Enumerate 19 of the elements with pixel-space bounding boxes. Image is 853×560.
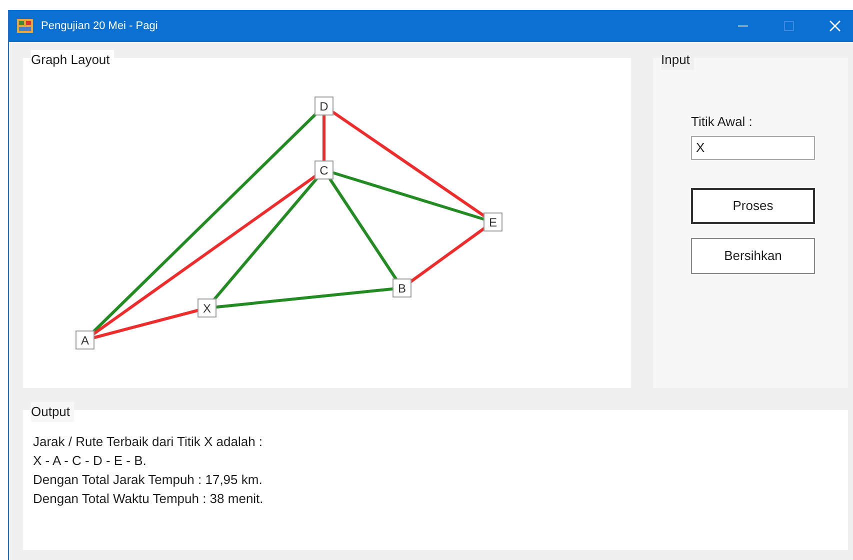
action-button[interactable]: Proses [691,188,815,224]
output-text: X - A - C - D - E - B. [33,453,148,469]
graph-node: C [314,160,334,180]
output-text: Jarak / Rute Terbaik dari Titik X adalah : [33,434,264,450]
graph-node: B [392,278,412,298]
action-button[interactable]: Bersihkan [691,238,815,274]
graph-node: D [314,96,334,116]
panel-title: Output [31,402,74,422]
output-text: Dengan Total Waktu Tempuh : 38 menit. [33,491,264,507]
input-field[interactable]: X [691,136,815,160]
output-text: Dengan Total Jarak Tempuh : 17,95 km. [33,472,264,488]
close-icon[interactable] [829,20,841,32]
app-icon [17,19,33,33]
graph-node: A [76,330,94,350]
graph-node: E [484,212,502,232]
graph-node: X [198,298,216,318]
panel-title: Graph Layout [31,50,114,70]
window-title: Pengujian 20 Mei - Pagi [41,18,158,34]
field-label: Titik Awal : [691,113,754,131]
